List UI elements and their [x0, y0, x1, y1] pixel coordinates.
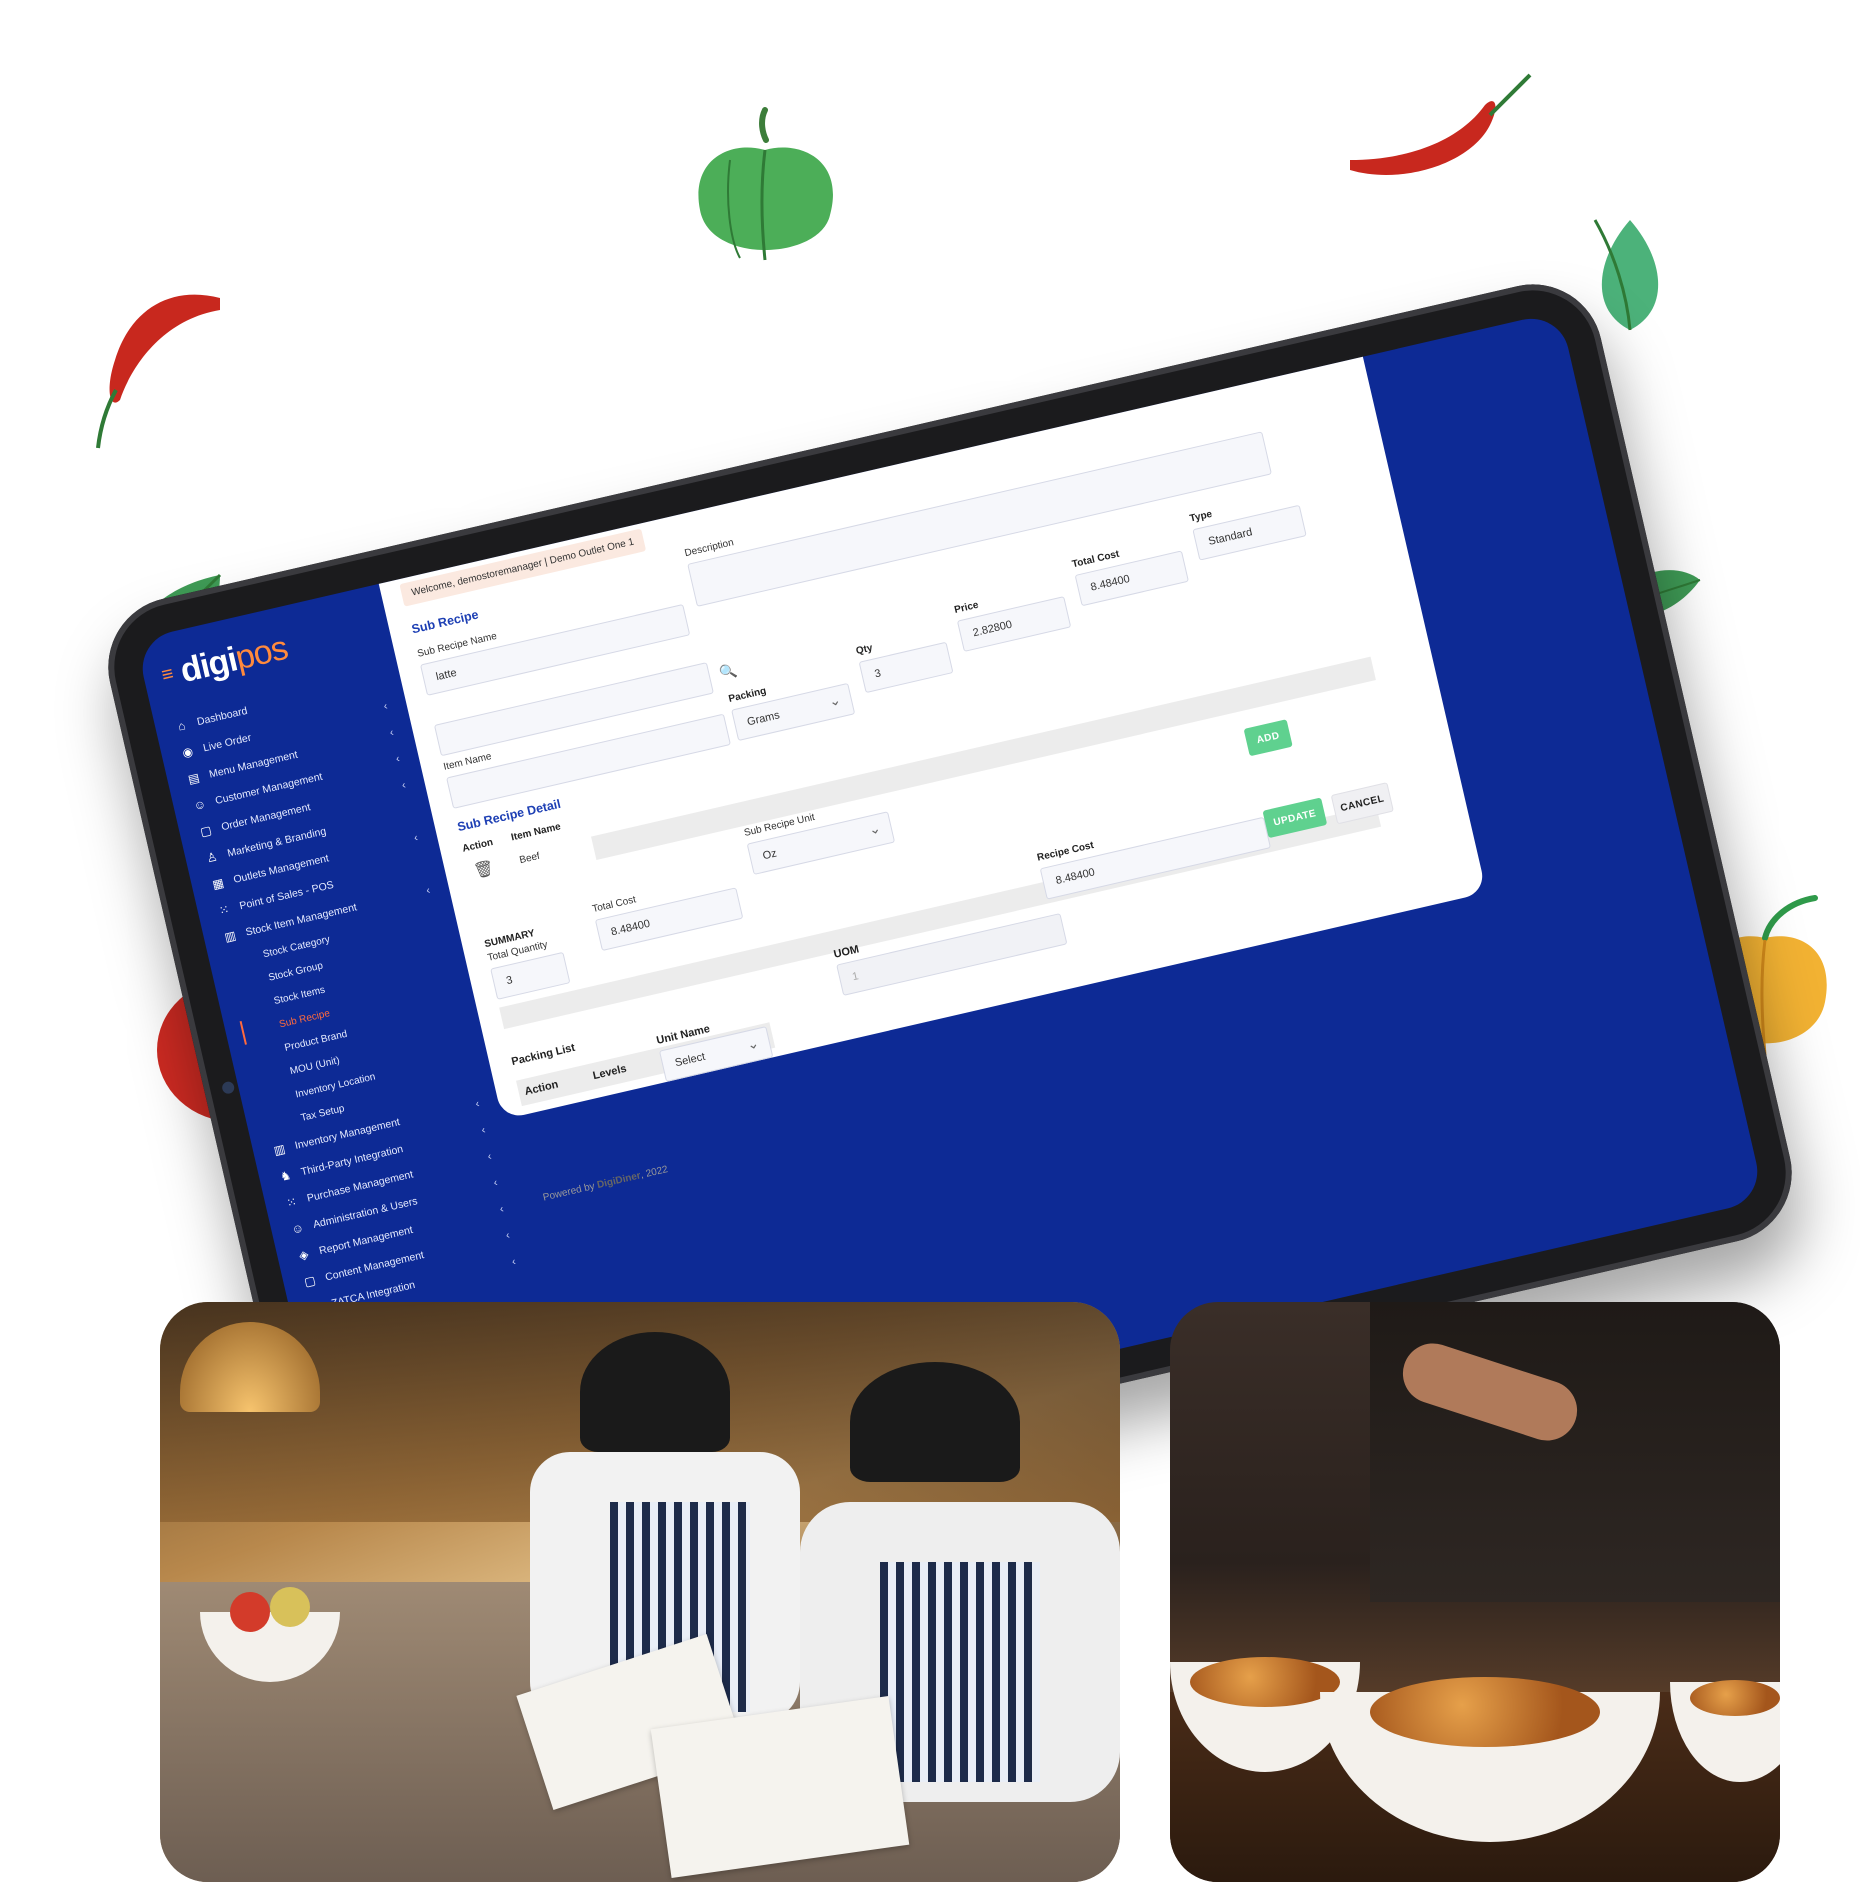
detail-action-header: Action	[461, 836, 495, 855]
user-add-icon: ☺	[192, 796, 208, 813]
chevron-left-icon: ‹	[412, 831, 420, 844]
chevron-left-icon: ‹	[498, 1202, 505, 1216]
qty-label: Qty	[855, 642, 874, 658]
price-label: Price	[953, 599, 980, 616]
trash-icon[interactable]: 🗑	[472, 858, 496, 882]
bag-icon: ▢	[198, 822, 213, 839]
footer-brand: DigiDiner	[596, 1170, 642, 1192]
chef-plating-photo	[1170, 1302, 1780, 1882]
add-button[interactable]: ADD	[1243, 719, 1293, 757]
user-add-icon: ☺	[290, 1219, 306, 1237]
users-icon: ♞	[278, 1167, 293, 1184]
sidebar-item-label: Dashboard	[195, 704, 249, 728]
red-chili-illustration	[96, 294, 220, 449]
chevron-left-icon: ‹	[394, 752, 401, 765]
app-logo[interactable]: ≡ digipos	[158, 629, 291, 696]
plated-food	[1690, 1680, 1780, 1716]
plated-food	[1370, 1677, 1600, 1747]
chevron-left-icon: ‹	[400, 778, 407, 792]
notes-textarea[interactable]	[869, 311, 1282, 444]
building-icon: ▥	[223, 927, 238, 944]
search-icon[interactable]: 🔍	[718, 662, 739, 682]
packing-list-title: Packing List	[510, 1041, 577, 1069]
person-icon: ♙	[205, 848, 219, 865]
striped-apron	[880, 1562, 1040, 1782]
cancel-button[interactable]: CANCEL	[1330, 782, 1394, 825]
chevron-left-icon: ‹	[388, 726, 395, 739]
sidebar-item-label: Live Order	[201, 731, 253, 754]
hamburger-menu-icon[interactable]: ≡	[159, 663, 176, 688]
welcome-banner: Welcome, demostoremanager | Demo Outlet …	[399, 528, 647, 607]
summary-total-cost-input[interactable]: 8.48400	[594, 887, 744, 952]
chefs-reading-recipe-photo	[160, 1302, 1120, 1882]
brand-logo: digipos	[177, 629, 291, 691]
detail-item-name-header: Item Name	[510, 821, 562, 844]
sub-recipe-unit-select[interactable]: Oz	[746, 811, 896, 875]
chevron-left-icon: ‹	[510, 1255, 517, 1268]
chevron-left-icon: ‹	[486, 1149, 493, 1163]
leaf-illustration	[1593, 219, 1659, 331]
tomato	[230, 1592, 270, 1632]
chef-hat	[580, 1332, 730, 1452]
footer-suffix: , 2022	[639, 1164, 669, 1182]
sub-recipe-card: demostoremanager Welcome, demostoremanag…	[345, 311, 1487, 1204]
logo-main: digi	[176, 640, 241, 691]
footer-text: Powered by DigiDiner, 2022	[542, 1164, 669, 1203]
chevron-left-icon: ‹	[382, 699, 389, 713]
plated-food	[1190, 1657, 1340, 1707]
footer-prefix: Powered by	[541, 1180, 599, 1204]
camera-dot	[221, 1080, 236, 1095]
grid-icon: ▦	[210, 875, 226, 892]
logo-accent: pos	[231, 628, 291, 678]
apple	[270, 1587, 310, 1627]
type-label: Type	[1188, 508, 1214, 525]
chevron-left-icon: ‹	[504, 1228, 511, 1242]
menu-card-icon: ▤	[186, 769, 201, 787]
apps-icon: ⁙	[285, 1193, 299, 1210]
chef-hat	[850, 1362, 1020, 1482]
chevron-left-icon: ‹	[474, 1097, 481, 1110]
bag-icon: ▢	[302, 1272, 317, 1289]
broadcast-icon: ◉	[180, 743, 195, 760]
page-title: Sub Recipe	[410, 607, 480, 637]
layers-icon: ◈	[297, 1246, 310, 1263]
building-icon: ▥	[272, 1141, 287, 1158]
chevron-left-icon: ‹	[492, 1176, 499, 1189]
green-pepper-illustration	[698, 107, 833, 261]
chevron-left-icon: ‹	[480, 1123, 487, 1137]
detail-item-cell: Beef	[518, 850, 541, 867]
chevron-left-icon: ‹	[424, 883, 432, 897]
red-chili-illustration	[1350, 73, 1532, 175]
apps-icon: ⁙	[217, 901, 231, 918]
home-icon: ⌂	[176, 717, 187, 734]
